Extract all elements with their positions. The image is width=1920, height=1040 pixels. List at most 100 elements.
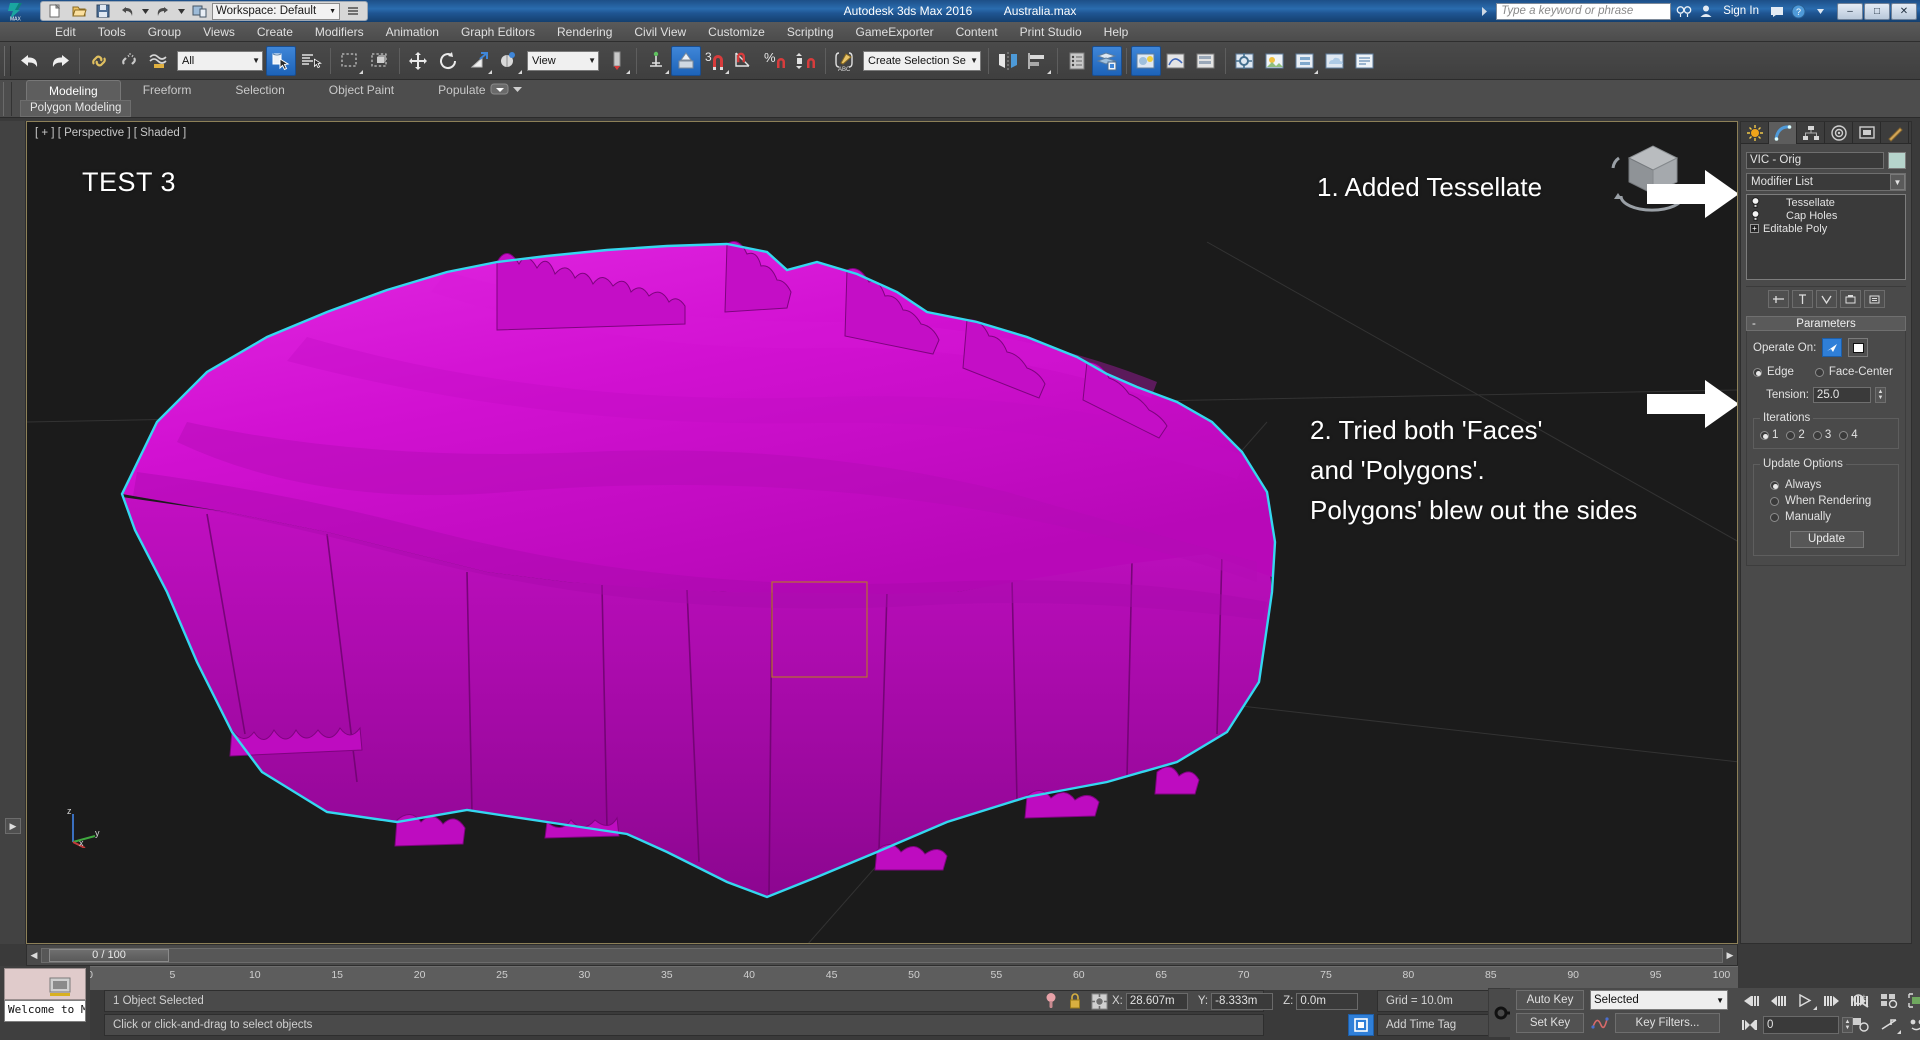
current-frame-field[interactable]: 0 [1763, 1015, 1839, 1034]
menu-gameexporter[interactable]: GameExporter [845, 22, 945, 42]
search-input[interactable]: Type a keyword or phrase [1496, 2, 1672, 20]
menu-create[interactable]: Create [246, 22, 304, 42]
redo-icon[interactable] [152, 2, 174, 20]
ribbon-tab-object-paint[interactable]: Object Paint [307, 80, 416, 100]
close-button[interactable]: ✕ [1891, 2, 1917, 20]
coordinate-z-field[interactable]: 0.0m [1296, 992, 1359, 1010]
select-and-place-icon[interactable] [494, 46, 524, 76]
named-selection-sets-icon[interactable]: ABC [830, 46, 860, 76]
unlink-selection-icon[interactable] [114, 46, 144, 76]
snaps-toggle-icon[interactable] [671, 45, 701, 76]
iterations-radio-4[interactable] [1839, 430, 1849, 440]
iterations-radio-2[interactable] [1786, 430, 1796, 440]
modifier-list-combo[interactable]: Modifier List ▼ [1746, 173, 1906, 191]
parameters-rollout-header[interactable]: - Parameters [1746, 316, 1906, 331]
lightbulb-icon[interactable] [1750, 210, 1760, 221]
menu-scripting[interactable]: Scripting [776, 22, 845, 42]
mirror-icon[interactable] [993, 46, 1023, 76]
ribbon-grip[interactable] [3, 82, 12, 116]
help-icon[interactable]: ? [1789, 2, 1808, 21]
align-icon[interactable] [1023, 46, 1053, 76]
menu-rendering[interactable]: Rendering [546, 22, 623, 42]
menu-customize[interactable]: Customize [697, 22, 776, 42]
use-pivot-point-center-icon[interactable] [602, 46, 632, 76]
bind-to-space-warp-icon[interactable] [144, 46, 174, 76]
viewport-label[interactable]: [ + ] [ Perspective ] [ Shaded ] [35, 127, 186, 139]
expand-plus-icon[interactable]: + [1750, 224, 1759, 233]
iterations-radio-1[interactable] [1760, 430, 1769, 440]
face-center-radio[interactable] [1814, 367, 1824, 377]
menu-graph-editors[interactable]: Graph Editors [450, 22, 546, 42]
undo-icon[interactable] [116, 2, 138, 20]
update-always-radio[interactable] [1770, 480, 1779, 490]
infocenter-expand-icon[interactable] [1474, 2, 1493, 21]
percent-snap-toggle-icon[interactable]: % [761, 46, 791, 76]
modify-tab-icon[interactable] [1769, 122, 1797, 144]
undo-dropdown-icon[interactable] [140, 2, 150, 20]
undo-icon[interactable] [15, 46, 45, 76]
snapshot-icon[interactable] [48, 974, 74, 998]
schematic-view-icon[interactable] [1191, 46, 1221, 76]
render-production-icon[interactable] [1290, 46, 1320, 76]
search-icon[interactable] [1674, 2, 1693, 21]
time-slider-left-arrow[interactable]: ◀ [27, 950, 41, 961]
minimize-button[interactable]: – [1837, 2, 1863, 20]
named-selection-set-combo[interactable]: Create Selection Se ▼ [863, 50, 981, 71]
lock-selection-icon[interactable] [1064, 991, 1086, 1011]
next-frame-icon[interactable] [1819, 990, 1845, 1011]
update-option-manually[interactable]: Manually [1770, 511, 1893, 523]
expand-left-strip-icon[interactable]: ▶ [5, 818, 21, 834]
redo-dropdown-icon[interactable] [176, 2, 186, 20]
workspace-menu-icon[interactable] [342, 2, 364, 20]
pan-view-icon[interactable] [1876, 1014, 1902, 1035]
key-mode-toggle-icon[interactable] [1738, 1014, 1760, 1035]
hierarchy-tab-icon[interactable] [1797, 122, 1825, 144]
select-by-name-icon[interactable] [296, 46, 326, 76]
select-and-link-icon[interactable] [84, 46, 114, 76]
curve-editor-icon[interactable] [1161, 46, 1191, 76]
select-and-rotate-icon[interactable] [434, 46, 464, 76]
maximize-button[interactable]: □ [1864, 2, 1890, 20]
menu-animation[interactable]: Animation [375, 22, 450, 42]
redo-icon[interactable] [45, 46, 75, 76]
toggle-scene-explorer-icon[interactable] [1092, 45, 1122, 76]
coordinate-y-field[interactable]: -8.333m [1211, 992, 1274, 1010]
pin-stack-icon[interactable] [1767, 290, 1789, 308]
time-slider-handle[interactable]: 0 / 100 [49, 948, 169, 962]
communication-center-icon[interactable] [1767, 2, 1786, 21]
spinner-snap-toggle-icon[interactable] [791, 46, 821, 76]
update-when-rendering-radio[interactable] [1770, 496, 1779, 506]
layer-explorer-icon[interactable] [1062, 46, 1092, 76]
rectangular-selection-region-icon[interactable] [335, 46, 365, 76]
selection-filter-combo[interactable]: All ▼ [177, 50, 263, 71]
menu-views[interactable]: Views [192, 22, 246, 42]
maxscript-mini-listener-output[interactable]: Welcome to M [4, 1000, 86, 1022]
ribbon-tab-modeling[interactable]: Modeling [26, 80, 121, 100]
quick-access-toolbar[interactable]: Workspace: Default ▼ [40, 1, 368, 21]
open-file-icon[interactable] [68, 2, 90, 20]
toolbar-grip[interactable] [4, 45, 11, 76]
set-key-filters-curve-icon[interactable] [1589, 1012, 1611, 1032]
modifier-stack-item-tessellate[interactable]: Tessellate [1748, 196, 1904, 209]
ribbon-minimize-group[interactable] [490, 82, 522, 96]
create-tab-icon[interactable] [1741, 122, 1769, 144]
ribbon-subtab-polygon-modeling[interactable]: Polygon Modeling [20, 100, 132, 117]
window-crossing-toggle-icon[interactable] [365, 46, 395, 76]
reference-coordinate-combo[interactable]: View ▼ [527, 50, 599, 71]
save-file-icon[interactable] [92, 2, 114, 20]
select-object-icon[interactable] [266, 45, 296, 76]
play-animation-icon[interactable] [1792, 990, 1818, 1011]
rollout-collapse-icon[interactable]: - [1752, 318, 1756, 330]
chevron-down-icon[interactable]: ▼ [1890, 174, 1905, 190]
operate-on-faces-button[interactable] [1822, 338, 1843, 357]
render-setup-icon[interactable] [1230, 46, 1260, 76]
auto-key-button[interactable]: Auto Key [1516, 990, 1584, 1010]
new-file-icon[interactable] [44, 2, 66, 20]
angle-snap-toggle-icon[interactable] [731, 46, 761, 76]
configure-modifier-sets-icon[interactable] [1863, 290, 1885, 308]
orbit-icon[interactable] [1904, 1014, 1920, 1035]
remove-modifier-icon[interactable] [1839, 290, 1861, 308]
region-zoom-icon[interactable] [1848, 1014, 1874, 1035]
coordinate-x-field[interactable]: 28.607m [1125, 992, 1188, 1010]
render-in-cloud-icon[interactable] [1320, 46, 1350, 76]
